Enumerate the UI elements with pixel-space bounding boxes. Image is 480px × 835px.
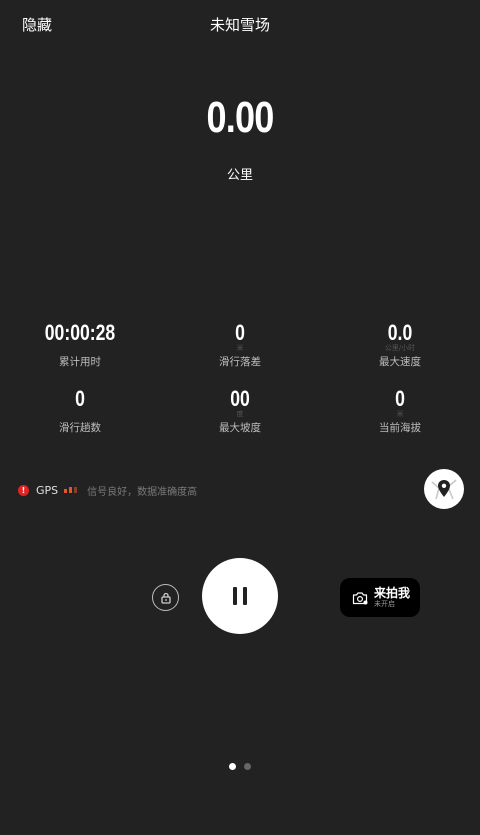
signal-bars-icon <box>64 487 78 493</box>
stat-value: 0 <box>235 320 245 345</box>
stat-altitude: 0 米 当前海拔 <box>320 386 480 435</box>
stat-max-slope: 00 度 最大坡度 <box>160 386 320 435</box>
distance-unit: 公里 <box>226 168 253 183</box>
stat-label: 最大坡度 <box>219 422 261 434</box>
page-title: 未知雪场 <box>209 16 270 34</box>
distance-value: 0.00 <box>206 93 275 142</box>
warning-icon: ! <box>18 484 29 496</box>
stat-label: 滑行趟数 <box>59 422 101 434</box>
gps-message: 信号良好，数据准确度高 <box>87 486 198 498</box>
lock-button[interactable] <box>152 584 179 611</box>
shoot-me-text: 来拍我 未开启 <box>374 586 410 609</box>
stat-label: 滑行落差 <box>219 356 261 368</box>
stat-label: 最大速度 <box>379 356 421 368</box>
gps-label: GPS <box>36 483 59 497</box>
stat-value: 0 <box>395 386 405 411</box>
stat-vertical-drop: 0 米 滑行落差 <box>160 320 320 369</box>
pause-icon <box>230 587 250 605</box>
stat-value: 00 <box>230 386 250 411</box>
camera-icon <box>352 591 368 605</box>
header: 隐藏 未知雪场 <box>0 0 480 48</box>
gps-status: ! GPS 信号良好，数据准确度高 <box>18 480 197 500</box>
stat-run-count: 0 滑行趟数 <box>0 386 160 435</box>
stat-value: 0.0 <box>387 320 413 345</box>
stat-label: 当前海拔 <box>379 422 421 434</box>
page-dot[interactable] <box>244 763 251 770</box>
shoot-me-label: 来拍我 <box>374 586 411 600</box>
pause-button[interactable] <box>202 558 278 634</box>
map-button[interactable] <box>424 469 464 509</box>
stat-label: 累计用时 <box>59 356 101 368</box>
map-pin-icon <box>431 479 457 500</box>
page-dot-active[interactable] <box>229 763 236 770</box>
stat-total-time: 00:00:28 累计用时 <box>0 320 160 369</box>
stat-max-speed: 0.0 公里/小时 最大速度 <box>320 320 480 369</box>
lock-icon <box>160 592 171 604</box>
shoot-me-button[interactable]: 来拍我 未开启 <box>340 578 420 617</box>
stat-value: 0 <box>75 386 85 411</box>
shoot-me-status: 未开启 <box>374 600 395 608</box>
stat-value: 00:00:28 <box>44 320 116 345</box>
page-indicator <box>0 763 480 770</box>
